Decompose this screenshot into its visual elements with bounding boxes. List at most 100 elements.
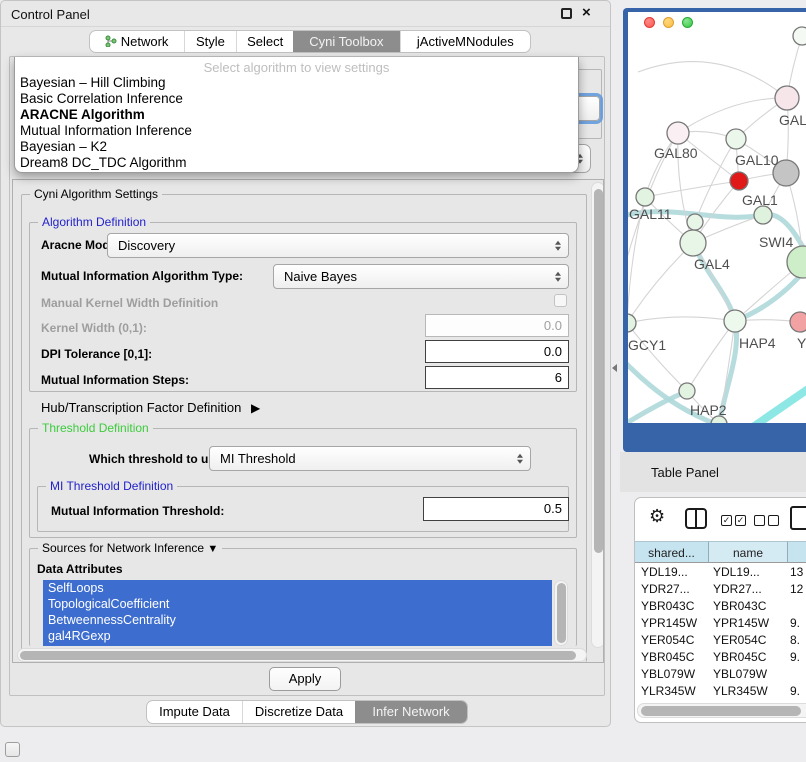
node-pink-right[interactable] (790, 312, 806, 332)
tab-select[interactable]: Select (236, 31, 293, 52)
table-row[interactable]: YBL079W YBL079W (635, 666, 806, 683)
algorithm-option[interactable]: Basic Correlation Inference (20, 91, 183, 106)
close-panel-icon[interactable]: × (582, 4, 591, 21)
data-attributes-list[interactable]: SelfLoops TopologicalCoefficient Between… (43, 580, 552, 646)
table-horizontal-scrollbar[interactable] (637, 703, 806, 718)
tab-network[interactable]: Network (90, 31, 184, 52)
network-node-labels: GAL GAL80 GAL10 GAL1 GAL11 GAL4 SWI4 GCY… (628, 112, 806, 418)
sources-group-title[interactable]: Sources for Network Inference ▼ (38, 541, 222, 555)
node-above-gal4[interactable] (687, 214, 703, 230)
dpi-tolerance-field[interactable]: 0.0 (425, 340, 569, 363)
node-top-arc[interactable] (793, 27, 806, 45)
float-panel-icon[interactable] (561, 8, 572, 19)
table-row[interactable]: YDL19... YDL19... 13 (635, 564, 806, 581)
table-row[interactable]: YER054C YER054C 8. (635, 632, 806, 649)
mi-steps-field[interactable]: 6 (425, 366, 569, 389)
network-icon (105, 35, 117, 47)
control-panel-title: Control Panel (11, 7, 90, 22)
settings-vertical-scrollbar[interactable] (591, 182, 604, 648)
kernel-width-field[interactable]: 0.0 (425, 314, 569, 337)
settings-horizontal-scrollbar[interactable] (17, 648, 587, 662)
tab-network-label: Network (121, 31, 169, 52)
mi-threshold-group-title: MI Threshold Definition (46, 479, 177, 493)
column-header-name[interactable]: name (709, 541, 788, 563)
mi-threshold-label: Mutual Information Threshold: (51, 504, 224, 518)
gear-icon[interactable]: ⚙ (649, 506, 665, 527)
node-top-right-pink[interactable] (775, 86, 799, 110)
node-swi4[interactable] (754, 206, 772, 224)
node-gal4[interactable] (680, 230, 706, 256)
tab-cyni-toolbox[interactable]: Cyni Toolbox (293, 31, 400, 52)
node-label: GAL11 (629, 206, 672, 222)
network-canvas[interactable]: GAL GAL80 GAL10 GAL1 GAL11 GAL4 SWI4 GCY… (628, 12, 806, 423)
table-row[interactable]: YBR043C YBR043C (635, 598, 806, 615)
tab-jactivemnodules[interactable]: jActiveMNodules (400, 31, 530, 52)
node-hap2[interactable] (679, 383, 695, 399)
cell-shared-name: YPR145W (641, 616, 697, 630)
algorithm-option[interactable]: Bayesian – K2 (20, 139, 107, 154)
cell-shared-name: YER054C (641, 633, 694, 647)
node-gcy1[interactable] (628, 314, 636, 332)
node-gal10[interactable] (726, 129, 746, 149)
collapsed-panel-button[interactable] (5, 742, 20, 757)
dpi-tolerance-label: DPI Tolerance [0,1]: (41, 347, 152, 361)
cell-value: 9. (790, 650, 800, 664)
aracne-mode-combo[interactable]: Discovery (107, 233, 569, 258)
manual-kernel-width-checkbox[interactable] (554, 294, 567, 307)
algorithm-popup-placeholder: Select algorithm to view settings (15, 60, 578, 75)
algorithm-option[interactable]: Dream8 DC_TDC Algorithm (20, 155, 187, 170)
mi-algorithm-type-combo[interactable]: Naive Bayes (273, 264, 569, 289)
node-gal1-red[interactable] (730, 172, 748, 190)
tab-impute-data-label: Impute Data (159, 701, 230, 723)
list-item[interactable]: TopologicalCoefficient (43, 596, 552, 612)
mi-threshold-value: 0.5 (544, 501, 562, 516)
cell-value: 9. (790, 616, 800, 630)
threshold-definition-title: Threshold Definition (38, 421, 153, 435)
cell-value: 12 (790, 582, 803, 596)
table-row[interactable]: YLR345W YLR345W 9. (635, 683, 806, 700)
mi-threshold-field[interactable]: 0.5 (423, 497, 569, 521)
algorithm-definition-title: Algorithm Definition (38, 215, 150, 229)
node-gal11[interactable] (636, 188, 654, 206)
column-header-partial[interactable] (788, 541, 806, 563)
table-row[interactable]: YDR27... YDR27... 12 (635, 581, 806, 598)
tab-impute-data[interactable]: Impute Data (147, 701, 242, 723)
tab-infer-network[interactable]: Infer Network (355, 701, 467, 723)
tab-discretize-data[interactable]: Discretize Data (242, 701, 355, 723)
cell-name: YLR345W (713, 684, 768, 698)
checked-box-icon[interactable]: ✓ (735, 515, 746, 526)
node-gal80[interactable] (667, 122, 689, 144)
table-row[interactable]: YBR045C YBR045C 9. (635, 649, 806, 666)
tab-style[interactable]: Style (184, 31, 237, 52)
collapsed-arrow-icon: ▶ (251, 401, 260, 415)
splitpane-handle-icon[interactable] (612, 364, 617, 372)
algorithm-option[interactable]: Bayesian – Hill Climbing (20, 75, 166, 90)
list-item[interactable]: gal4RGexp (43, 628, 552, 644)
table-row[interactable]: YPR145W YPR145W 9. (635, 615, 806, 632)
cell-name: YBL079W (713, 667, 767, 681)
node-hap4[interactable] (724, 310, 746, 332)
algorithm-dropdown-popup: Select algorithm to view settings Bayesi… (14, 57, 579, 173)
list-item[interactable]: BetweennessCentrality (43, 612, 552, 628)
combo-arrows-icon (555, 270, 561, 283)
cell-name: YDR27... (713, 582, 762, 596)
columns-icon[interactable] (685, 508, 707, 529)
list-item[interactable]: SelfLoops (43, 580, 552, 596)
checked-box-icon[interactable]: ✓ (721, 515, 732, 526)
which-threshold-combo[interactable]: MI Threshold (209, 446, 531, 471)
algorithm-option[interactable]: Mutual Information Inference (20, 123, 192, 138)
cell-shared-name: YDL19... (641, 565, 688, 579)
column-header-shared[interactable]: shared... (635, 541, 709, 563)
expanded-arrow-icon: ▼ (207, 543, 218, 555)
apply-button[interactable]: Apply (269, 667, 341, 691)
cell-shared-name: YBL079W (641, 667, 695, 681)
algorithm-option-selected[interactable]: ARACNE Algorithm (20, 107, 145, 122)
hub-definition-toggle[interactable]: Hub/Transcription Factor Definition ▶ (41, 400, 260, 415)
page-icon[interactable] (790, 506, 806, 530)
attribute-list-scrollbar[interactable] (554, 580, 568, 646)
cell-name: YBR045C (713, 650, 766, 664)
node-label: Y (797, 335, 806, 351)
column-header-label: name (733, 546, 763, 560)
unchecked-box-icon[interactable] (754, 515, 765, 526)
unchecked-box-icon[interactable] (768, 515, 779, 526)
